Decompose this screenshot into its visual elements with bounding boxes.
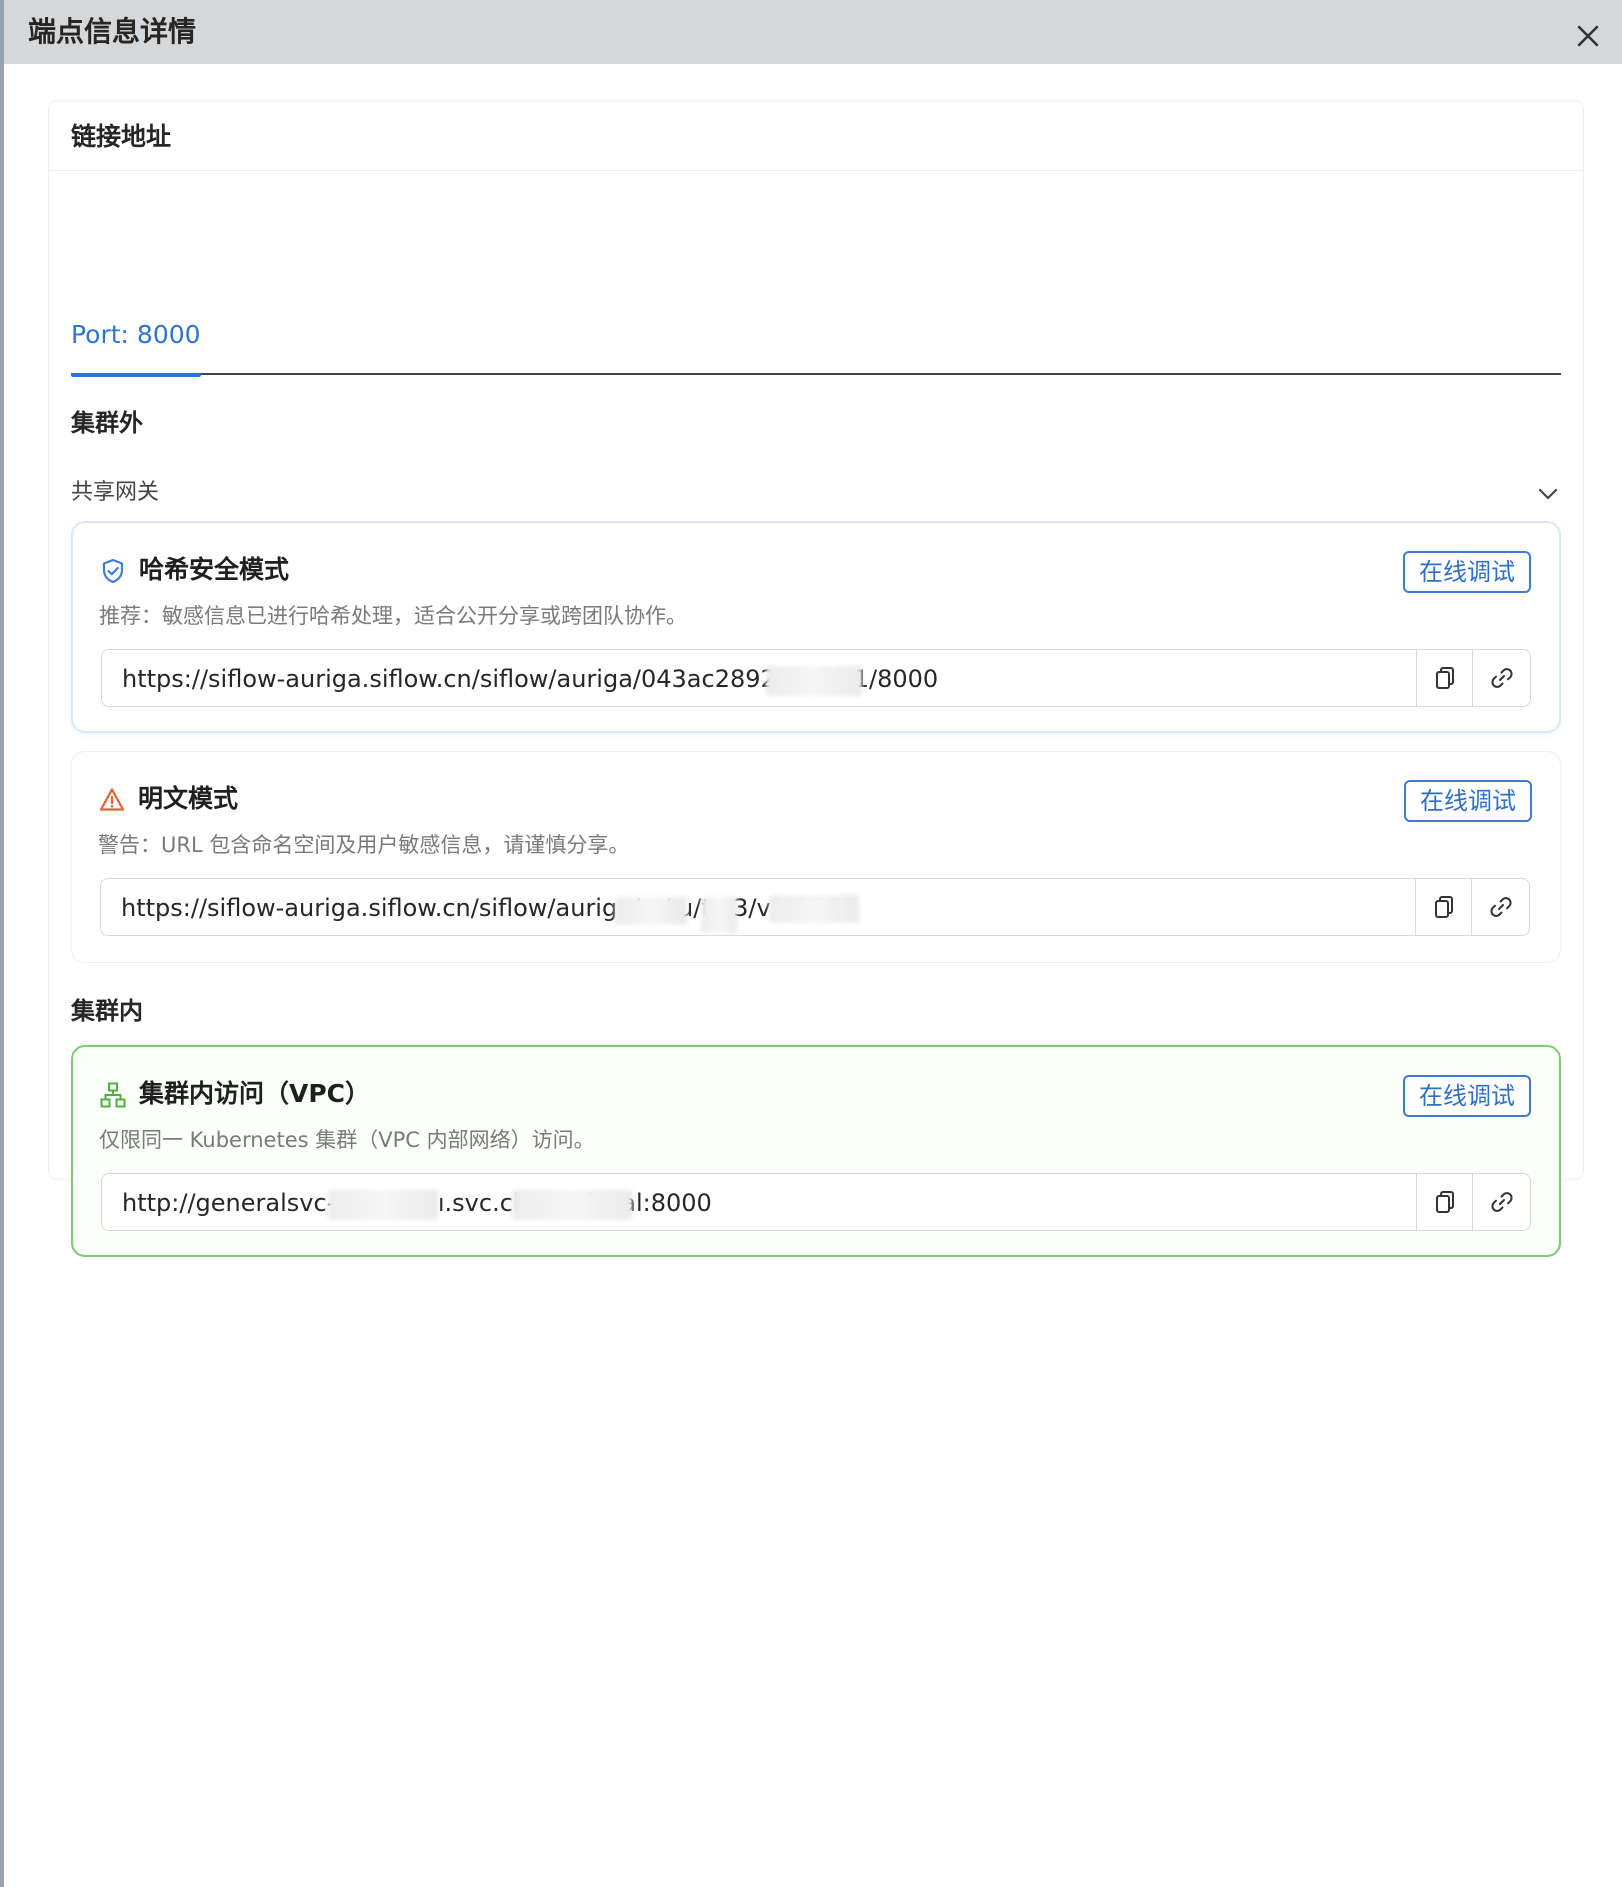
- link-icon: [1491, 668, 1513, 688]
- vpc-access-description: 仅限同一 Kubernetes 集群（VPC 内部网络）访问。: [99, 1128, 595, 1152]
- link-icon: [1491, 1192, 1513, 1212]
- redacted-region: [615, 897, 687, 925]
- dialog-header: 端点信息详情: [4, 0, 1622, 64]
- section-heading-outside: 集群外: [71, 409, 143, 437]
- network-tree-icon: [99, 1081, 127, 1109]
- shield-check-icon: [99, 557, 127, 585]
- secure-url-text[interactable]: https://siflow-auriga.siflow.cn/siflow/a…: [122, 663, 1202, 695]
- shared-gateway-collapse[interactable]: 共享网关: [71, 477, 1561, 511]
- open-link-button-secure[interactable]: [1474, 650, 1530, 706]
- redacted-region: [328, 1190, 438, 1220]
- dialog-title: 端点信息详情: [28, 15, 197, 48]
- vpc-url-field[interactable]: http://generalsvc-t -v1.t-a ı.svc.cluste…: [101, 1173, 1531, 1231]
- plain-text-mode-title: 明文模式: [138, 784, 239, 813]
- chevron-down-icon[interactable]: [1535, 481, 1561, 507]
- online-debug-button-secure[interactable]: 在线调试: [1403, 551, 1531, 593]
- plain-text-mode-description: 警告：URL 包含命名空间及用户敏感信息，请谨慎分享。: [98, 833, 630, 857]
- copy-button-vpc[interactable]: [1417, 1174, 1473, 1230]
- secure-url-field[interactable]: https://siflow-auriga.siflow.cn/siflow/a…: [101, 649, 1531, 707]
- plain-url-field[interactable]: https://siflow-auriga.siflow.cn/siflow/a…: [100, 878, 1530, 936]
- shared-gateway-label: 共享网关: [71, 480, 160, 505]
- card-header: 链接地址: [49, 101, 1583, 171]
- close-icon: [1577, 25, 1599, 47]
- vpc-url-actions: [1416, 1174, 1530, 1230]
- card-title: 链接地址: [71, 122, 172, 151]
- redacted-region: [512, 1190, 632, 1220]
- hash-secure-mode-title: 哈希安全模式: [139, 555, 290, 584]
- open-link-button-plain[interactable]: [1473, 879, 1529, 935]
- plain-url-actions: [1415, 879, 1529, 935]
- copy-icon: [1436, 667, 1454, 689]
- redacted-region: [701, 897, 737, 933]
- copy-button-secure[interactable]: [1417, 650, 1473, 706]
- link-icon: [1490, 897, 1512, 917]
- open-link-button-vpc[interactable]: [1474, 1174, 1530, 1230]
- online-debug-button-vpc[interactable]: 在线调试: [1403, 1075, 1531, 1117]
- vpc-access-title: 集群内访问（VPC）: [139, 1079, 371, 1108]
- endpoint-details-dialog: 端点信息详情 链接地址 Port: 8000 集群外 共享网关 哈希安全模式 推…: [4, 0, 1622, 1887]
- hash-secure-mode-description: 推荐：敏感信息已进行哈希处理，适合公开分享或跨团队协作。: [99, 604, 687, 628]
- plain-text-mode-panel: 明文模式 警告：URL 包含命名空间及用户敏感信息，请谨慎分享。 在线调试 ht…: [71, 751, 1561, 963]
- section-heading-inside: 集群内: [71, 997, 143, 1025]
- copy-icon: [1436, 1191, 1454, 1213]
- secure-url-actions: [1416, 650, 1530, 706]
- vpc-url-text[interactable]: http://generalsvc-t -v1.t-a ı.svc.cluste…: [122, 1187, 1202, 1219]
- redacted-region: [766, 666, 862, 696]
- hash-secure-mode-panel: 哈希安全模式 推荐：敏感信息已进行哈希处理，适合公开分享或跨团队协作。 在线调试…: [71, 521, 1561, 733]
- link-address-card: 链接地址 Port: 8000 集群外 共享网关 哈希安全模式 推荐：敏感信息已…: [48, 100, 1584, 1257]
- close-button[interactable]: [1570, 18, 1606, 54]
- redacted-region: [769, 895, 859, 923]
- port-tabs: Port: 8000: [71, 301, 1561, 377]
- tab-port-8000[interactable]: Port: 8000: [71, 319, 201, 377]
- copy-button-plain[interactable]: [1416, 879, 1472, 935]
- warning-triangle-icon: [98, 786, 126, 814]
- online-debug-button-plain[interactable]: 在线调试: [1404, 780, 1532, 822]
- copy-icon: [1435, 896, 1453, 918]
- vpc-access-panel: 集群内访问（VPC） 仅限同一 Kubernetes 集群（VPC 内部网络）访…: [71, 1045, 1561, 1257]
